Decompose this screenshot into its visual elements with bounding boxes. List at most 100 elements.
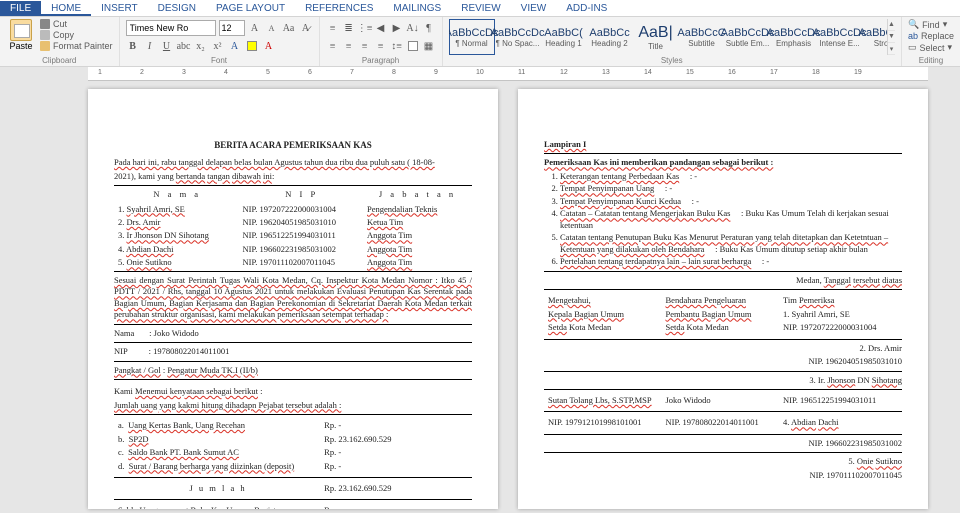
total-row: J u m l a hRp. 23.162.690.529 <box>114 481 472 496</box>
line-spacing-button[interactable]: ↕≡ <box>390 39 404 53</box>
styles-group-label: Styles <box>449 56 895 66</box>
tab-file[interactable]: FILE <box>0 1 41 16</box>
sig-nip5: NIP. 197011102007011045 <box>544 470 902 481</box>
style-item[interactable]: AaBbC(Heading 1 <box>541 19 587 55</box>
tab-review[interactable]: REVIEW <box>451 1 510 16</box>
find-button[interactable]: 🔍 Find ▾ <box>908 19 954 30</box>
th-jabatan: J a b a t a n <box>365 188 470 201</box>
multilevel-button[interactable]: ⋮≡ <box>358 21 372 35</box>
replace-button[interactable]: ab Replace <box>908 31 954 41</box>
sort-button[interactable]: A↓ <box>406 21 420 35</box>
paste-icon <box>10 19 32 41</box>
tab-insert[interactable]: INSERT <box>91 1 148 16</box>
italic-button[interactable]: I <box>143 39 157 53</box>
tab-home[interactable]: HOME <box>41 1 91 16</box>
paste-label: Paste <box>9 41 32 51</box>
format-painter-icon <box>40 41 50 51</box>
sig-row5: NIP. 197912101998101001NIP. 197808022014… <box>544 415 902 430</box>
cut-button[interactable]: Cut <box>40 19 113 29</box>
sig-row4: Sutan Tolang Lbs, S.STP,MSPJoko WidodoNI… <box>544 393 902 408</box>
style-expand[interactable]: ▾ <box>888 43 895 55</box>
document-page-2[interactable]: Lampiran I Pemeriksaan Kas ini memberika… <box>518 89 928 509</box>
tab-addins[interactable]: ADD-INS <box>556 1 617 16</box>
shrink-font-button[interactable]: A <box>265 21 279 35</box>
document-page-1[interactable]: BERITA ACARA PEMERIKSAAN KAS Pada hari i… <box>88 89 498 509</box>
group-paragraph: ≡ ≣ ⋮≡ ◀ ▶ A↓ ¶ ≡ ≡ ≡ ≡ ↕≡ ▦ Paragraph <box>320 17 443 66</box>
style-scroll-up[interactable]: ▲ <box>888 19 895 31</box>
tab-mailings[interactable]: MAILINGS <box>383 1 451 16</box>
replace-icon: ab <box>908 31 918 41</box>
style-item[interactable]: AaBbCcHeading 2 <box>587 19 633 55</box>
sig-n3: 3. Ir. Jhonson DN Sihotang <box>544 375 902 386</box>
style-item[interactable]: AaBbCcDcSubtle Em... <box>725 19 771 55</box>
style-item[interactable]: AaBbCcCSubtitle <box>679 19 725 55</box>
font-group-label: Font <box>126 56 313 66</box>
para1: Sesuai dengan Surat Perintah Tugas Wali … <box>114 275 472 321</box>
p2-head: Pemeriksaan Kas ini memberikan pandangan… <box>544 157 773 167</box>
change-case-button[interactable]: Aa <box>282 21 296 35</box>
style-item[interactable]: AaBbCcDcStrong <box>863 19 887 55</box>
subscript-button[interactable]: x₂ <box>194 39 208 53</box>
borders-button[interactable]: ▦ <box>422 39 436 53</box>
tab-view[interactable]: VIEW <box>511 1 557 16</box>
bold-button[interactable]: B <box>126 39 140 53</box>
group-font: A A Aa A̷ B I U abc x₂ x² A A Font <box>120 17 320 66</box>
jumlah-line: Jumlah uang yang kakmi hitung dihadapn P… <box>114 400 472 411</box>
kami-line: Kami Menemui kenyataan sebagai berikut : <box>114 386 472 397</box>
cut-icon <box>40 19 50 29</box>
font-color-button[interactable]: A <box>262 39 276 53</box>
style-item[interactable]: AaB|Title <box>633 19 679 55</box>
align-right-button[interactable]: ≡ <box>358 39 372 53</box>
underline-button[interactable]: U <box>160 39 174 53</box>
increase-indent-button[interactable]: ▶ <box>390 21 404 35</box>
shading-button[interactable] <box>406 39 420 53</box>
superscript-button[interactable]: x² <box>211 39 225 53</box>
sig-n5: 5. Onie Sutikno <box>544 456 902 467</box>
copy-button[interactable]: Copy <box>40 30 113 40</box>
saldo-rows: Saldo Uang menurut Buku Kas Umum, Regist… <box>114 503 472 509</box>
style-scroll-down[interactable]: ▼ <box>888 31 895 43</box>
personnel-table: N a m aN I PJ a b a t a n 1. Syahril Amr… <box>114 185 472 272</box>
clear-formatting-button[interactable]: A̷ <box>299 21 313 35</box>
workspace: 12345678910111213141516171819 BERITA ACA… <box>0 67 960 513</box>
page-title: BERITA ACARA PEMERIKSAAN KAS <box>114 139 472 151</box>
tab-page-layout[interactable]: PAGE LAYOUT <box>206 1 295 16</box>
format-painter-button[interactable]: Format Painter <box>40 41 113 51</box>
strikethrough-button[interactable]: abc <box>177 39 191 53</box>
find-label: Find <box>922 20 940 30</box>
decrease-indent-button[interactable]: ◀ <box>374 21 388 35</box>
paragraph-group-label: Paragraph <box>326 56 436 66</box>
tab-references[interactable]: REFERENCES <box>295 1 383 16</box>
ruler[interactable]: 12345678910111213141516171819 <box>88 67 928 81</box>
bullets-button[interactable]: ≡ <box>326 21 340 35</box>
copy-icon <box>40 30 50 40</box>
justify-button[interactable]: ≡ <box>374 39 388 53</box>
select-label: Select <box>919 43 944 53</box>
select-icon: ▭ <box>908 42 917 53</box>
copy-label: Copy <box>53 30 74 40</box>
style-item[interactable]: AaBbCcDcEmphasis <box>771 19 817 55</box>
font-name-input[interactable] <box>126 20 216 36</box>
align-center-button[interactable]: ≡ <box>342 39 356 53</box>
tab-design[interactable]: DESIGN <box>148 1 206 16</box>
text-effects-button[interactable]: A <box>228 39 242 53</box>
select-button[interactable]: ▭ Select ▾ <box>908 42 954 53</box>
style-item[interactable]: AaBbCcDc¶ Normal <box>449 19 495 55</box>
grow-font-button[interactable]: A <box>248 21 262 35</box>
field-nip: NIP : 197808022014011001 <box>114 346 472 357</box>
show-marks-button[interactable]: ¶ <box>422 21 436 35</box>
group-clipboard: Paste Cut Copy Format Painter Clipboard <box>0 17 120 66</box>
numbering-button[interactable]: ≣ <box>342 21 356 35</box>
font-size-input[interactable] <box>219 20 245 36</box>
align-left-button[interactable]: ≡ <box>326 39 340 53</box>
sig-nip2: NIP. 196204051985031010 <box>544 356 902 367</box>
style-gallery[interactable]: AaBbCcDc¶ NormalAaBbCcDc¶ No Spac...AaBb… <box>449 19 887 55</box>
paste-button[interactable]: Paste <box>6 19 36 51</box>
style-item[interactable]: AaBbCcDc¶ No Spac... <box>495 19 541 55</box>
group-editing: 🔍 Find ▾ ab Replace ▭ Select ▾ Editing <box>902 17 960 66</box>
sig-table: Mengetahui,Bendahara PengeluaranTim Peme… <box>544 293 902 335</box>
intro-line-2: 2021), kami yang bertanda tangan dibawah… <box>114 171 274 181</box>
intro-line-1: Pada hari ini, rabu tanggal delapan bela… <box>114 157 435 167</box>
highlight-button[interactable] <box>245 39 259 53</box>
style-item[interactable]: AaBbCcDcIntense E... <box>817 19 863 55</box>
